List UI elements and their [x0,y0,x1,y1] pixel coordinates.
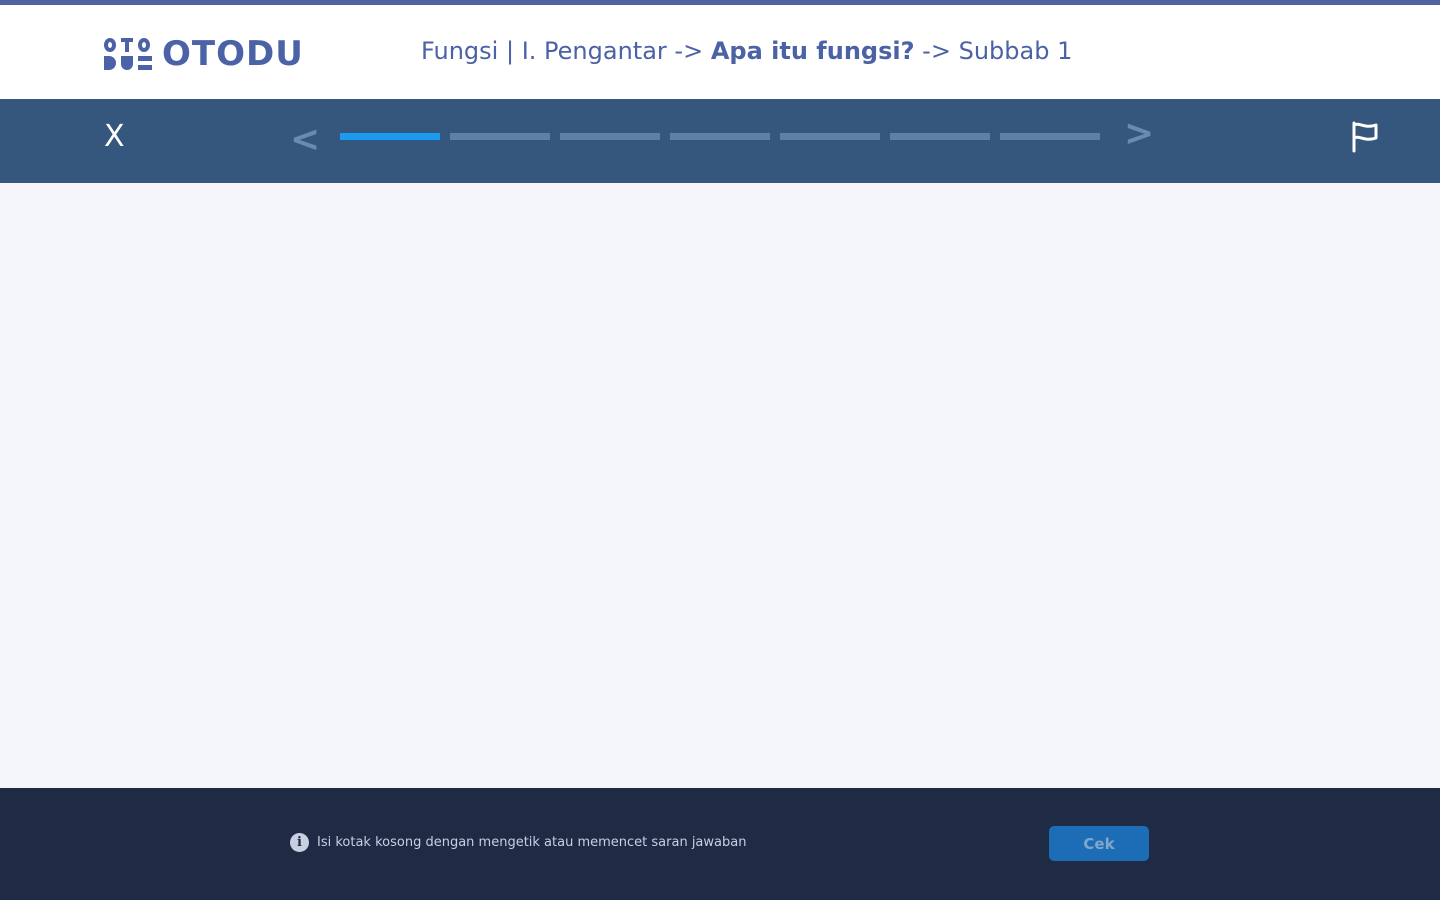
progress-segment[interactable] [890,133,990,140]
logo[interactable]: OTODU [104,37,304,71]
breadcrumb-separator: | [505,37,515,65]
flag-icon[interactable] [1350,121,1380,153]
progress-segment[interactable] [780,133,880,140]
next-step-button[interactable]: > [1124,113,1154,154]
footer: i Isi kotak kosong dengan mengetik atau … [0,788,1440,900]
progress-segment[interactable] [670,133,770,140]
logo-wordmark: OTODU [162,34,304,74]
breadcrumb-subsection[interactable]: Subbab 1 [959,37,1073,65]
breadcrumb-topic[interactable]: Apa itu fungsi? [711,37,915,65]
lesson-content-area [0,183,1440,788]
progress-segment[interactable] [450,133,550,140]
breadcrumb-arrow: -> [922,37,951,65]
breadcrumb-arrow: -> [674,37,704,65]
header: OTODU Fungsi | I. Pengantar -> Apa itu f… [0,5,1440,99]
logo-mark-icon [104,38,152,70]
progress-segment[interactable] [560,133,660,140]
info-icon: i [290,833,309,852]
progress-segment[interactable] [340,133,440,140]
progress-bar [340,133,1100,140]
lesson-navbar: X < > [0,99,1440,183]
breadcrumb: Fungsi | I. Pengantar -> Apa itu fungsi?… [421,37,1072,65]
hint-text: Isi kotak kosong dengan mengetik atau me… [317,835,747,850]
close-button[interactable]: X [104,119,125,154]
breadcrumb-course[interactable]: Fungsi [421,37,498,65]
breadcrumb-chapter[interactable]: I. Pengantar [522,37,667,65]
progress-segment[interactable] [1000,133,1100,140]
prev-step-button[interactable]: < [290,119,320,160]
check-button[interactable]: Cek [1049,826,1149,861]
hint: i Isi kotak kosong dengan mengetik atau … [290,833,746,852]
